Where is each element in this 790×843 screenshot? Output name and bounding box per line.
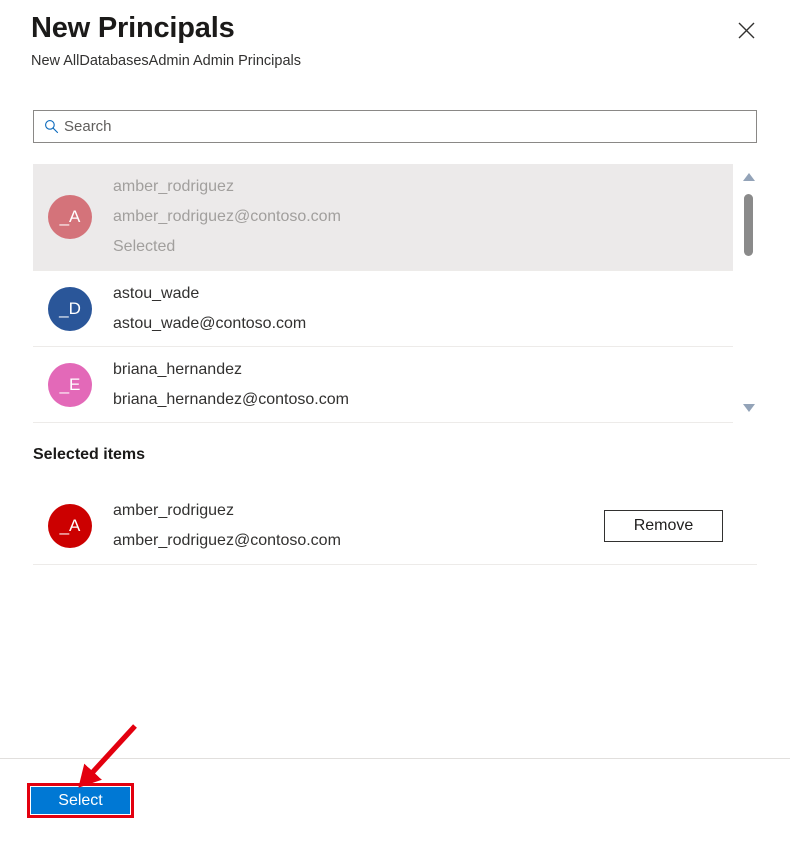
avatar: _E (48, 362, 92, 407)
remove-button[interactable]: Remove (604, 509, 723, 542)
avatar: _A (48, 503, 92, 548)
results-scroll-viewport: _A amber_rodriguez amber_rodriguez@conto… (33, 164, 733, 424)
list-item-email: amber_rodriguez@contoso.com (113, 208, 341, 225)
search-icon (34, 119, 64, 134)
search-input[interactable] (64, 111, 756, 142)
list-item-email: astou_wade@contoso.com (113, 314, 307, 332)
list-item-text: amber_rodriguez amber_rodriguez@contoso.… (113, 172, 341, 262)
list-item[interactable]: _E briana_hernandez briana_hernandez@con… (33, 347, 733, 423)
selected-item-email: amber_rodriguez@contoso.com (113, 531, 341, 549)
scroll-down-button[interactable] (740, 399, 757, 416)
avatar: _D (48, 286, 92, 331)
selected-item-name: amber_rodriguez (113, 501, 234, 519)
list-item-status: Selected (113, 238, 176, 255)
results-scrollbar[interactable] (740, 164, 757, 424)
avatar: _A (48, 195, 92, 239)
scroll-up-button[interactable] (740, 168, 757, 185)
close-button[interactable] (730, 14, 762, 46)
search-box[interactable] (33, 110, 757, 143)
results-list: _A amber_rodriguez amber_rodriguez@conto… (33, 164, 757, 424)
chevron-down-icon (742, 403, 755, 412)
list-item-name: briana_hernandez (113, 360, 242, 378)
footer-divider (0, 758, 790, 759)
select-button[interactable]: Select (31, 787, 130, 814)
list-item-email: briana_hernandez@contoso.com (113, 390, 349, 408)
selected-item-row: _A amber_rodriguez amber_rodriguez@conto… (33, 487, 757, 565)
list-item-name: astou_wade (113, 284, 200, 302)
list-item-name: amber_rodriguez (113, 178, 234, 195)
new-principals-panel: New Principals New AllDatabasesAdmin Adm… (0, 0, 790, 843)
list-item[interactable]: _A amber_rodriguez amber_rodriguez@conto… (33, 164, 733, 271)
list-item[interactable]: _D astou_wade astou_wade@contoso.com (33, 271, 733, 347)
panel-header: New Principals New AllDatabasesAdmin Adm… (0, 0, 790, 92)
list-item-text: briana_hernandez briana_hernandez@contos… (113, 355, 349, 415)
list-item-text: astou_wade astou_wade@contoso.com (113, 279, 306, 339)
selected-item-text: amber_rodriguez amber_rodriguez@contoso.… (113, 496, 604, 556)
page-title: New Principals (31, 12, 235, 44)
close-icon (738, 22, 755, 39)
scrollbar-thumb[interactable] (744, 194, 753, 256)
page-subtitle: New AllDatabasesAdmin Admin Principals (31, 53, 301, 69)
chevron-up-icon (742, 172, 755, 181)
selected-items-heading: Selected items (33, 446, 146, 463)
